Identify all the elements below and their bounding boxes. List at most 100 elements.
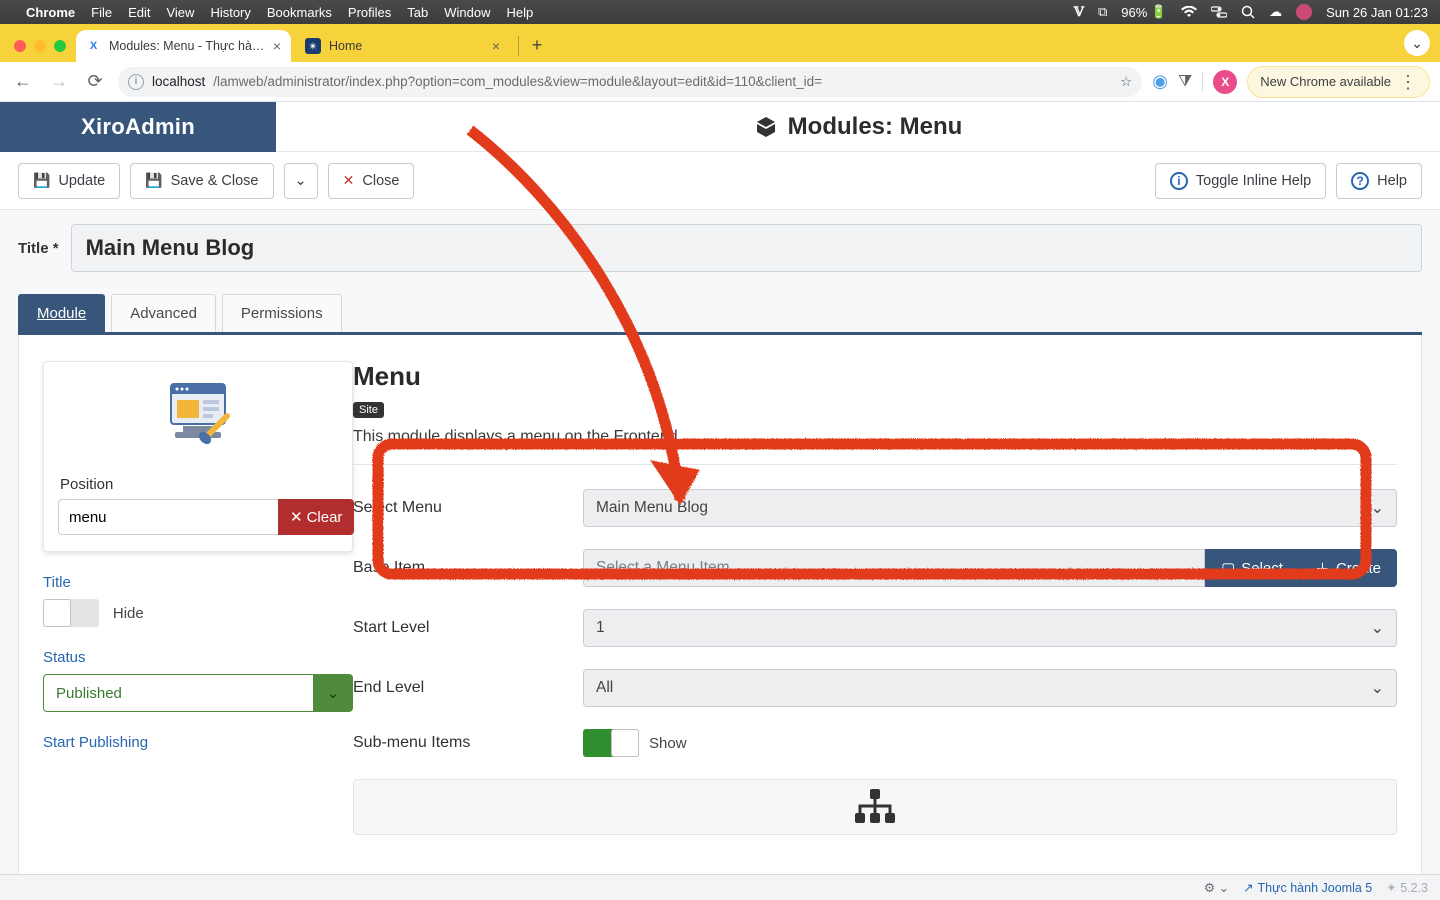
chrome-update-chip[interactable]: New Chrome available ⋮ xyxy=(1247,66,1430,98)
tab-active[interactable]: X Modules: Menu - Thực hành J × xyxy=(76,30,291,62)
position-label: Position xyxy=(60,476,338,493)
new-tab-button[interactable]: + xyxy=(523,31,551,59)
mac-menu-view[interactable]: View xyxy=(166,5,194,20)
forward-button[interactable]: → xyxy=(46,69,72,95)
settings-icon[interactable]: ⚙ ⌄ xyxy=(1204,880,1229,895)
submenu-label: Sub-menu Items xyxy=(353,734,583,752)
tab-permissions[interactable]: Permissions xyxy=(222,294,342,332)
mac-menu-bookmarks[interactable]: Bookmarks xyxy=(267,5,332,20)
help-button[interactable]: ?Help xyxy=(1336,163,1422,199)
tray-icon-2[interactable] xyxy=(1296,4,1312,20)
clear-icon: ✕ xyxy=(290,508,303,526)
save-icon: 💾 xyxy=(33,172,50,189)
extension-icon-1[interactable]: ◉ xyxy=(1152,71,1168,92)
close-icon: ✕ xyxy=(343,172,355,189)
tab-close-icon[interactable]: × xyxy=(492,38,500,54)
toggle-inline-help-button[interactable]: iToggle Inline Help xyxy=(1155,163,1326,199)
module-cube-icon xyxy=(754,115,778,139)
tab-inactive[interactable]: ✴ Home × xyxy=(295,30,510,62)
window-controls[interactable] xyxy=(14,40,66,52)
url-path: /lamweb/administrator/index.php?option=c… xyxy=(213,74,822,89)
bookmark-star-icon[interactable]: ☆ xyxy=(1120,74,1132,90)
tray-icon-1[interactable]: ☁ xyxy=(1269,4,1282,20)
mac-menu-history[interactable]: History xyxy=(210,5,250,20)
module-heading: Menu xyxy=(353,361,1397,392)
mac-menu-window[interactable]: Window xyxy=(444,5,490,20)
reload-button[interactable]: ⟳ xyxy=(82,69,108,95)
tab-overflow-button[interactable]: ⌄ xyxy=(1404,30,1430,56)
v-icon[interactable]: 𝕍 xyxy=(1074,4,1084,20)
mac-menu-profiles[interactable]: Profiles xyxy=(348,5,391,20)
address-bar[interactable]: i localhost/lamweb/administrator/index.p… xyxy=(118,67,1142,97)
profile-avatar[interactable]: X xyxy=(1213,70,1237,94)
clock[interactable]: Sun 26 Jan 01:23 xyxy=(1326,5,1428,20)
side-title-label: Title xyxy=(43,574,353,591)
select-menu-label: Select Menu xyxy=(353,499,583,517)
search-icon[interactable] xyxy=(1241,5,1255,19)
page-title: Modules: Menu xyxy=(276,113,1440,141)
title-toggle-label: Hide xyxy=(113,605,144,622)
save-icon: 💾 xyxy=(145,172,162,189)
end-level-label: End Level xyxy=(353,679,583,697)
site-info-icon[interactable]: i xyxy=(128,74,144,90)
mac-menu-help[interactable]: Help xyxy=(507,5,534,20)
mac-menu-tab[interactable]: Tab xyxy=(407,5,428,20)
submenu-toggle[interactable] xyxy=(583,729,639,757)
end-level-dropdown[interactable]: All ⌄ xyxy=(583,669,1397,707)
module-illustration-icon xyxy=(58,378,338,468)
title-label: Title * xyxy=(18,240,59,257)
display-icon[interactable]: ⧉ xyxy=(1098,4,1107,20)
select-menu-dropdown[interactable]: Main Menu Blog ⌄ xyxy=(583,489,1397,527)
chevron-down-icon: ⌄ xyxy=(1371,498,1384,518)
position-input[interactable] xyxy=(58,499,278,535)
chevron-down-icon: ⌄ xyxy=(1371,678,1384,698)
url-host: localhost xyxy=(152,74,205,89)
title-toggle[interactable] xyxy=(43,599,99,627)
status-select[interactable]: Published ⌄ xyxy=(43,674,353,712)
tab-advanced[interactable]: Advanced xyxy=(111,294,216,332)
close-button[interactable]: ✕Close xyxy=(328,163,415,199)
brand-logo[interactable]: XiroAdmin xyxy=(0,102,276,152)
position-clear-button[interactable]: ✕Clear xyxy=(278,499,354,535)
chrome-toolbar: ← → ⟳ i localhost/lamweb/administrator/i… xyxy=(0,62,1440,102)
site-badge: Site xyxy=(353,402,384,418)
action-bar: 💾Update 💾Save & Close ⌄ ✕Close iToggle I… xyxy=(0,152,1440,210)
tab-pane-module: Position ✕Clear Title Hide Status Publis… xyxy=(18,335,1422,876)
update-button[interactable]: 💾Update xyxy=(18,163,120,199)
question-icon: ? xyxy=(1351,172,1369,190)
fullscreen-window-icon[interactable] xyxy=(54,40,66,52)
version-label: ✴ 5.2.3 xyxy=(1386,880,1428,895)
tab-module[interactable]: Module xyxy=(18,294,105,332)
base-item-create-button[interactable]: ＋Create xyxy=(1299,549,1397,587)
title-input[interactable] xyxy=(71,224,1422,272)
app-container: XiroAdmin Modules: Menu 💾Update 💾Save & … xyxy=(0,102,1440,874)
site-link[interactable]: ↗ Thực hành Joomla 5 xyxy=(1243,880,1372,895)
tab-close-icon[interactable]: × xyxy=(273,38,281,54)
toggles-icon[interactable] xyxy=(1211,6,1227,18)
chrome-tabbar: X Modules: Menu - Thực hành J × ✴ Home ×… xyxy=(0,24,1440,62)
back-button[interactable]: ← xyxy=(10,69,36,95)
minimize-window-icon[interactable] xyxy=(34,40,46,52)
save-close-button[interactable]: 💾Save & Close xyxy=(130,163,273,199)
chevron-down-icon: ⌄ xyxy=(313,675,353,711)
menu-structure-panel xyxy=(353,779,1397,835)
tabs: Module Advanced Permissions xyxy=(18,294,1422,335)
mac-app-name[interactable]: Chrome xyxy=(26,5,75,20)
plus-icon: ＋ xyxy=(1315,558,1330,579)
start-level-label: Start Level xyxy=(353,619,583,637)
extensions-icon[interactable]: ⧩ xyxy=(1178,73,1192,91)
wifi-icon[interactable] xyxy=(1181,6,1197,18)
mac-menu-file[interactable]: File xyxy=(91,5,112,20)
save-dropdown-button[interactable]: ⌄ xyxy=(284,163,318,199)
base-item-select-button[interactable]: ▢Select xyxy=(1205,549,1299,587)
content-area: Title * Module Advanced Permissions xyxy=(0,210,1440,890)
tab-title: Modules: Menu - Thực hành J xyxy=(109,39,265,53)
close-window-icon[interactable] xyxy=(14,40,26,52)
base-item-label: Base Item xyxy=(353,559,583,577)
start-level-dropdown[interactable]: 1 ⌄ xyxy=(583,609,1397,647)
base-item-input[interactable]: Select a Menu Item xyxy=(583,549,1205,587)
status-label: Status xyxy=(43,649,353,666)
mac-menubar: Chrome File Edit View History Bookmarks … xyxy=(0,0,1440,24)
mac-menu-edit[interactable]: Edit xyxy=(128,5,150,20)
app-header: XiroAdmin Modules: Menu xyxy=(0,102,1440,152)
